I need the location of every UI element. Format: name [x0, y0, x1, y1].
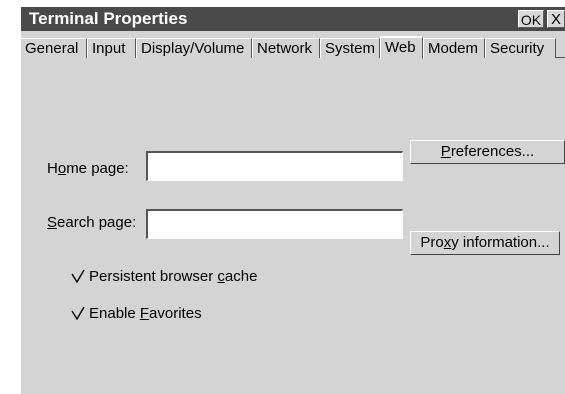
persistent-cache-label-pre: Persistent browser [89, 268, 218, 285]
tab-network[interactable]: Network [252, 38, 320, 58]
persistent-cache-label-post: ache [224, 268, 258, 285]
persistent-cache-label-mnemonic: c [217, 268, 225, 285]
close-button[interactable]: X [547, 10, 565, 28]
home-page-label-pre: H [47, 160, 58, 177]
home-page-label-post: me page: [66, 160, 129, 177]
enable-favorites-label-pre: Enable [89, 305, 140, 322]
title-bar: Terminal Properties OK X [21, 7, 565, 31]
preferences-button-label-post: references... [450, 143, 535, 160]
search-page-input[interactable] [146, 209, 403, 239]
ok-button[interactable]: OK [518, 10, 544, 28]
search-page-label-post: earch page: [57, 214, 137, 231]
preferences-button[interactable]: Preferences... [410, 140, 565, 164]
terminal-properties-window: Terminal Properties OK X General Input D… [20, 7, 565, 394]
enable-favorites-label-mnemonic: F [139, 305, 150, 322]
checkmark-icon [71, 269, 85, 283]
home-page-label-mnemonic: o [57, 160, 67, 177]
tab-strip: General Input Display/Volume Network Sys… [20, 31, 565, 59]
tab-system[interactable]: System [320, 38, 380, 58]
preferences-button-mnemonic: P [440, 143, 451, 160]
tab-input[interactable]: Input [87, 38, 136, 58]
proxy-button-label-post: y information... [451, 234, 550, 251]
search-page-label: Search page: [47, 214, 136, 232]
home-page-label: Home page: [47, 160, 129, 178]
window-title: Terminal Properties [29, 9, 188, 28]
home-page-input[interactable] [146, 151, 403, 181]
persistent-cache-checkbox[interactable]: Persistent browser cache [71, 268, 257, 286]
checkmark-icon [71, 306, 85, 320]
tab-web[interactable]: Web [380, 36, 423, 59]
search-page-label-mnemonic: S [47, 214, 58, 231]
proxy-button-label-pre: Pro [420, 234, 444, 251]
tab-display-volume[interactable]: Display/Volume [136, 38, 252, 58]
tab-modem[interactable]: Modem [423, 38, 485, 58]
tab-general[interactable]: General [20, 38, 87, 58]
enable-favorites-label-post: avorites [149, 305, 202, 322]
proxy-information-button[interactable]: Proxy information... [410, 231, 560, 255]
enable-favorites-checkbox[interactable]: Enable Favorites [71, 305, 202, 323]
tab-security[interactable]: Security [485, 38, 556, 58]
